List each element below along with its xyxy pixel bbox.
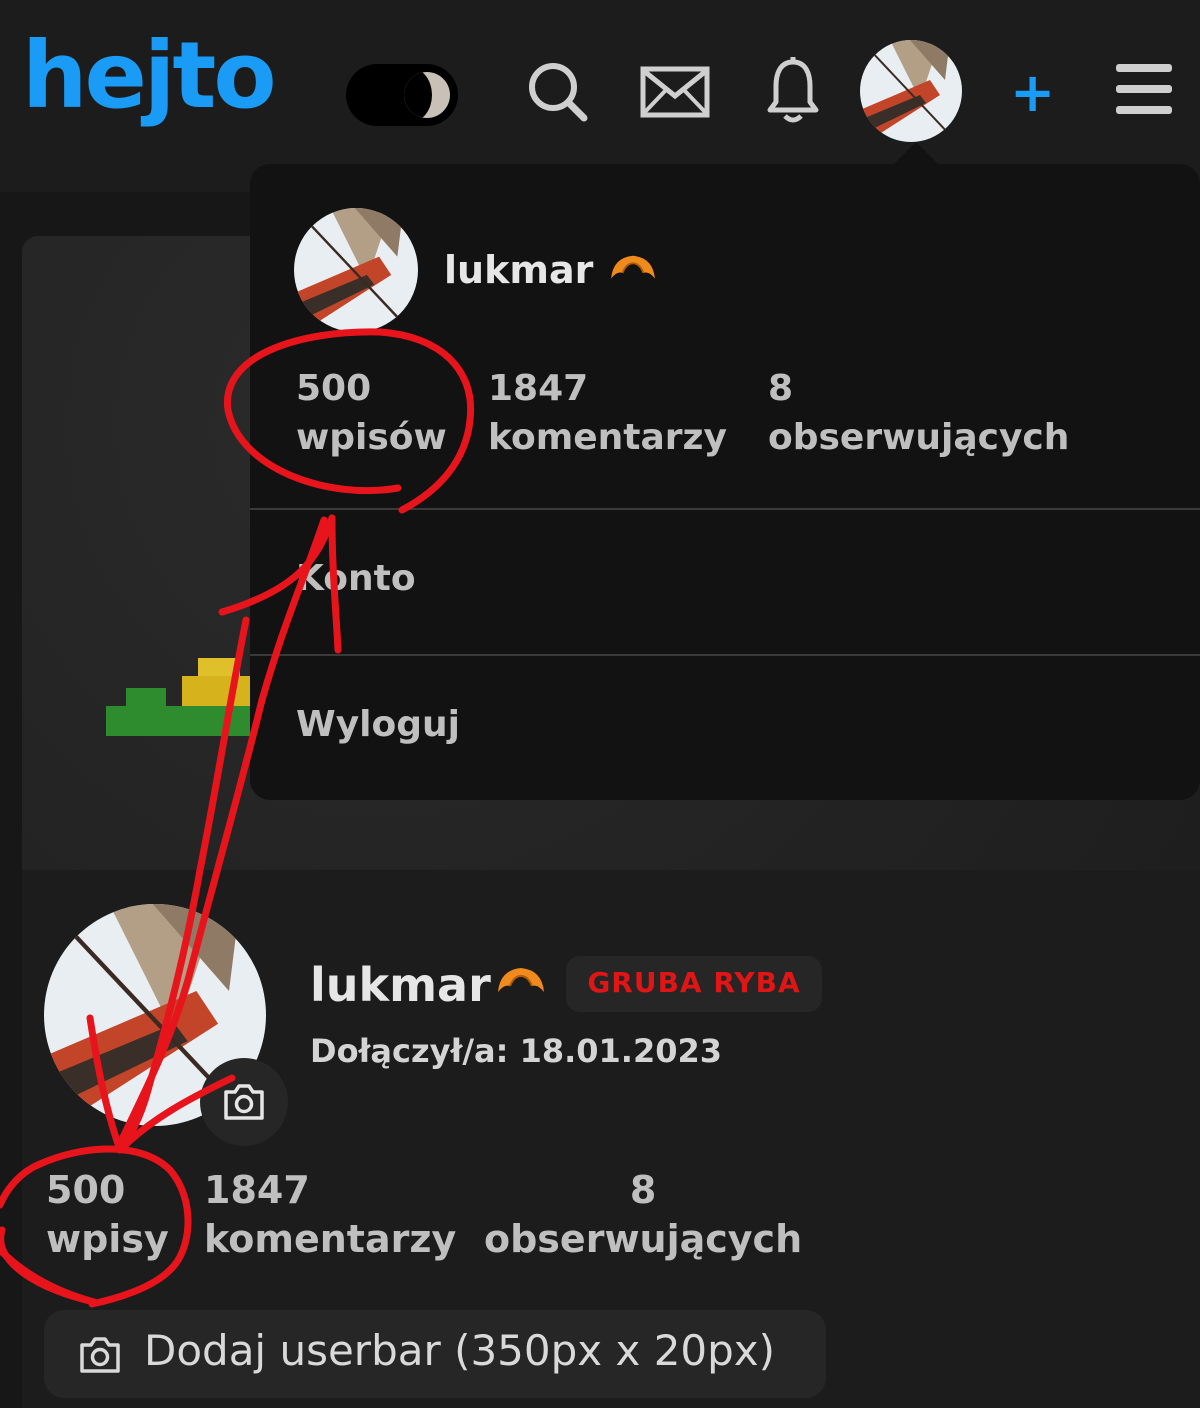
profile-stat-followers[interactable]: 8 obserwujących bbox=[484, 1166, 802, 1264]
mail-icon[interactable] bbox=[640, 66, 710, 118]
menu-item-account[interactable]: Konto bbox=[296, 558, 416, 599]
stat-value: 8 bbox=[629, 1168, 657, 1212]
stat-label: komentarzy bbox=[488, 417, 727, 458]
add-userbar-label: Dodaj userbar (350px x 20px) bbox=[144, 1326, 776, 1375]
plus-icon[interactable]: + bbox=[1010, 66, 1055, 120]
croissant-icon bbox=[498, 968, 544, 992]
camera-icon bbox=[80, 1337, 120, 1373]
avatar-image bbox=[860, 40, 962, 142]
stat-value: 500 bbox=[46, 1168, 126, 1212]
camera-icon bbox=[224, 1084, 264, 1120]
dropdown-stat-comments[interactable]: 1847 komentarzy bbox=[488, 364, 727, 462]
dropdown-divider bbox=[250, 508, 1200, 510]
banner-block-yellow-top bbox=[198, 658, 240, 676]
user-avatar-button[interactable] bbox=[860, 40, 962, 142]
change-avatar-button[interactable] bbox=[200, 1058, 288, 1146]
moon-icon bbox=[404, 72, 450, 118]
bell-icon[interactable] bbox=[766, 56, 820, 126]
hejto-logo[interactable]: hejto bbox=[22, 30, 277, 122]
banner-block-green-top bbox=[126, 688, 166, 708]
banner-block-green bbox=[106, 706, 266, 736]
user-dropdown-menu: lukmar 500 wpisów 1847 komentarzy 8 obse… bbox=[250, 142, 1200, 800]
stat-label: obserwujących bbox=[484, 1217, 803, 1261]
dropdown-avatar[interactable] bbox=[294, 208, 418, 332]
profile-username: lukmar bbox=[310, 958, 491, 1012]
croissant-icon bbox=[611, 255, 655, 279]
dropdown-username[interactable]: lukmar bbox=[444, 248, 593, 292]
dropdown-stat-followers[interactable]: 8 obserwujących bbox=[768, 364, 1069, 462]
stat-label: wpisy bbox=[46, 1217, 169, 1261]
stat-label: wpisów bbox=[296, 417, 447, 458]
dropdown-stat-posts[interactable]: 500 wpisów bbox=[296, 364, 447, 462]
rank-badge-label: GRUBA RYBA bbox=[587, 966, 801, 999]
menu-icon[interactable] bbox=[1116, 64, 1172, 127]
profile-stat-posts[interactable]: 500 wpisy bbox=[46, 1166, 169, 1264]
dropdown-divider bbox=[250, 654, 1200, 656]
stat-value: 1847 bbox=[488, 368, 589, 409]
stat-value: 8 bbox=[768, 368, 794, 409]
avatar-image bbox=[294, 208, 418, 332]
menu-item-logout[interactable]: Wyloguj bbox=[296, 704, 460, 745]
stat-label: obserwujących bbox=[768, 417, 1070, 458]
add-userbar-button[interactable]: Dodaj userbar (350px x 20px) bbox=[44, 1310, 826, 1398]
stat-value: 1847 bbox=[204, 1168, 310, 1212]
joined-date: Dołączył/a: 18.01.2023 bbox=[310, 1032, 722, 1070]
profile-stat-comments[interactable]: 1847 komentarzy bbox=[204, 1166, 456, 1264]
stat-label: komentarzy bbox=[204, 1217, 457, 1261]
rank-badge: GRUBA RYBA bbox=[566, 956, 822, 1012]
theme-toggle[interactable] bbox=[346, 64, 458, 126]
stat-value: 500 bbox=[296, 368, 372, 409]
search-icon[interactable] bbox=[526, 60, 590, 124]
